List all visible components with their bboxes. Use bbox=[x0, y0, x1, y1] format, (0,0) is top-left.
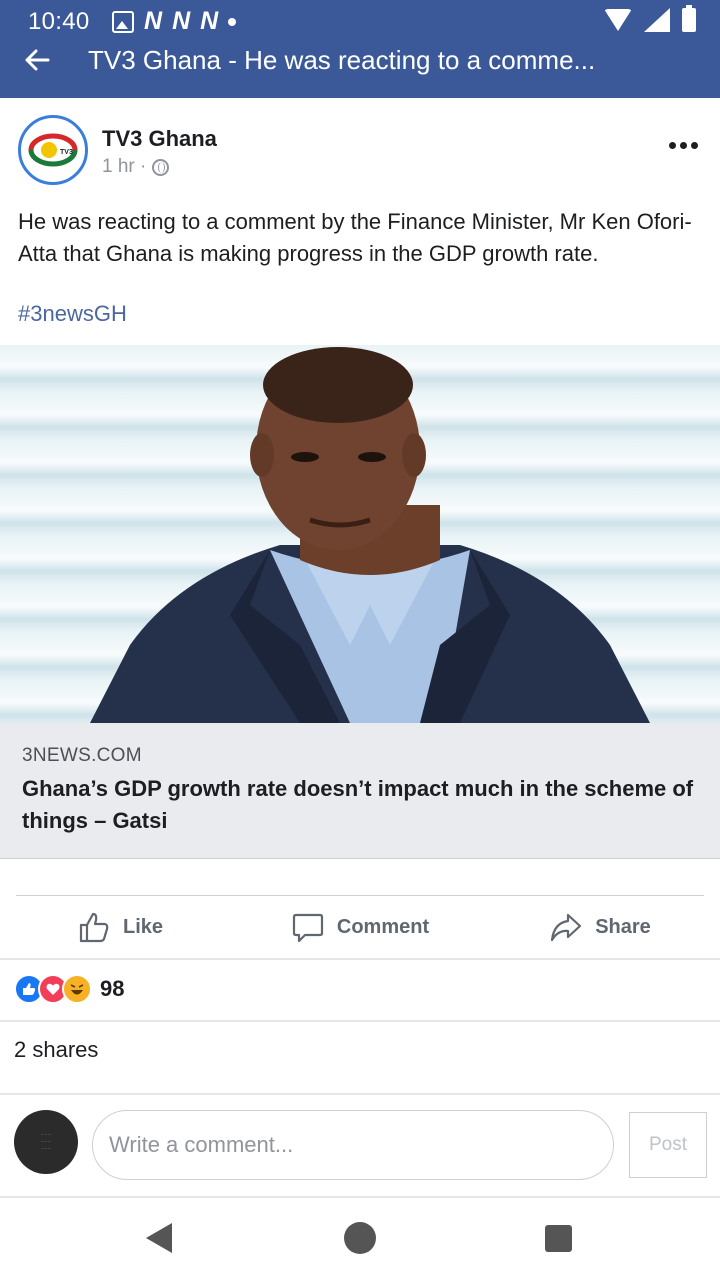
image-notification-icon bbox=[112, 10, 134, 33]
thumbs-up-icon bbox=[79, 912, 109, 943]
haha-reaction-icon bbox=[62, 974, 92, 1004]
separator bbox=[0, 1093, 720, 1095]
avatar-text-decoration: ······ ······ ······ bbox=[41, 1131, 51, 1152]
svg-text:TV3: TV3 bbox=[60, 149, 73, 156]
shares-count[interactable]: 2 shares bbox=[14, 1037, 98, 1063]
reactions-summary[interactable]: 98 bbox=[14, 972, 124, 1006]
share-button[interactable]: Share bbox=[480, 896, 720, 958]
signal-icon bbox=[644, 8, 670, 32]
status-time: 10:40 bbox=[28, 8, 90, 35]
comment-label: Comment bbox=[336, 915, 430, 938]
tv3-logo-icon: TV3 bbox=[28, 133, 78, 167]
link-preview-image[interactable] bbox=[0, 345, 720, 723]
post-time[interactable]: 1 hr · bbox=[102, 156, 146, 178]
hashtag-link[interactable]: #3newsGH bbox=[18, 301, 127, 327]
nav-recents-icon[interactable] bbox=[545, 1225, 572, 1252]
like-label: Like bbox=[122, 915, 164, 938]
link-preview-caption[interactable]: 3NEWS.COM Ghana’s GDP growth rate doesn’… bbox=[0, 723, 720, 859]
app-bar: TV3 Ghana - He was reacting to a comme..… bbox=[0, 42, 720, 98]
nav-home-icon[interactable] bbox=[344, 1222, 376, 1254]
link-domain: 3NEWS.COM bbox=[22, 745, 142, 766]
post-text: He was reacting to a comment by the Fina… bbox=[18, 209, 692, 266]
notification-icons: N N N bbox=[112, 7, 237, 35]
reaction-count: 98 bbox=[100, 976, 125, 1001]
n-notification-icon: N bbox=[144, 7, 163, 35]
separator bbox=[0, 958, 720, 960]
system-icons bbox=[604, 5, 696, 32]
more-options-icon[interactable] bbox=[669, 142, 698, 149]
post-header: TV3 TV3 Ghana 1 hr · bbox=[0, 98, 720, 198]
more-notifications-dot-icon bbox=[228, 17, 237, 26]
wifi-icon bbox=[604, 9, 632, 31]
comment-button[interactable]: Comment bbox=[240, 896, 480, 958]
comment-input[interactable] bbox=[92, 1110, 614, 1180]
like-button[interactable]: Like bbox=[0, 896, 240, 958]
post-meta: 1 hr · bbox=[102, 156, 170, 178]
back-arrow-icon[interactable] bbox=[22, 45, 52, 75]
nav-back-icon[interactable] bbox=[146, 1223, 172, 1253]
n-notification-icon: N bbox=[172, 7, 191, 35]
navigation-bar bbox=[0, 1198, 720, 1280]
share-label: Share bbox=[595, 915, 651, 938]
app-bar-title: TV3 Ghana - He was reacting to a comme..… bbox=[88, 45, 596, 75]
user-avatar: ······ ······ ······ bbox=[14, 1110, 78, 1174]
globe-icon bbox=[152, 158, 170, 176]
status-bar: 10:40 N N N bbox=[0, 0, 720, 42]
post-comment-button[interactable]: Post bbox=[629, 1112, 707, 1178]
action-bar: Like Comment Share bbox=[0, 896, 720, 958]
link-title: Ghana’s GDP growth rate doesn’t impact m… bbox=[22, 776, 694, 833]
battery-icon bbox=[682, 5, 696, 32]
comment-bubble-icon bbox=[292, 913, 323, 943]
person-photo bbox=[90, 347, 650, 723]
share-arrow-icon bbox=[551, 913, 582, 942]
n-notification-icon: N bbox=[200, 7, 219, 35]
separator bbox=[0, 1020, 720, 1022]
page-name[interactable]: TV3 Ghana bbox=[102, 126, 217, 152]
top-bar: 10:40 N N N TV3 Ghana - He was reacting … bbox=[0, 0, 720, 98]
page-avatar[interactable]: TV3 bbox=[18, 115, 88, 185]
